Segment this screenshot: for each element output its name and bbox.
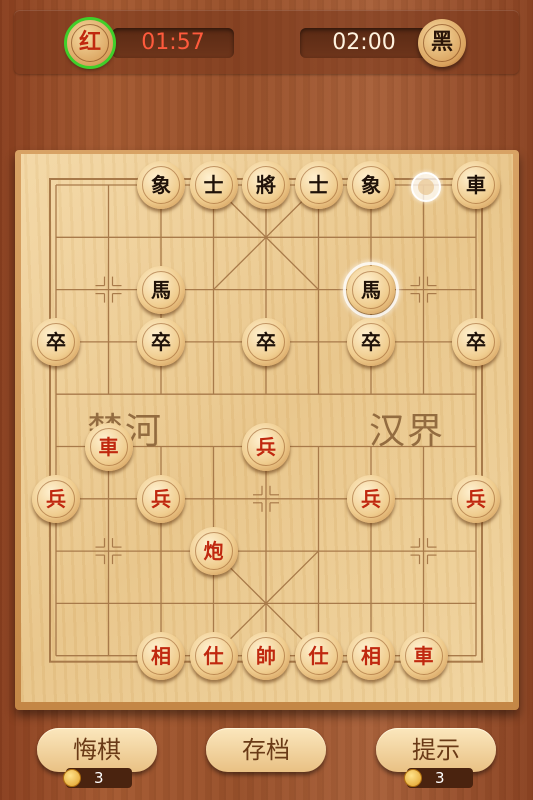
red-piece[interactable]: 車 [84,422,133,471]
black-side-label: 黑 [423,24,461,62]
black-piece[interactable]: 車 [452,161,500,209]
black-piece[interactable]: 象 [137,161,185,209]
undo-button[interactable]: 悔棋 [37,728,157,772]
red-timer: 01:57 [112,28,234,58]
black-piece[interactable]: 卒 [32,317,80,366]
piece-label: 相 [142,636,180,675]
undo-count: 3 [94,769,104,787]
black-piece[interactable]: 卒 [137,317,185,366]
coin-icon [404,769,422,787]
red-piece[interactable]: 兵 [242,422,290,471]
piece-label: 炮 [194,532,233,571]
piece-label: 卒 [247,322,285,361]
piece-label: 將 [247,166,285,204]
hint-count-badge: 3 [404,768,473,788]
red-piece[interactable]: 相 [137,631,185,680]
red-piece[interactable]: 兵 [32,474,80,523]
piece-label: 卒 [142,322,180,361]
piece-label: 象 [352,166,390,204]
coin-icon [63,769,81,787]
piece-label: 士 [299,166,338,204]
black-piece[interactable]: 士 [294,161,343,209]
red-piece[interactable]: 兵 [452,474,500,523]
selected-ring [343,261,399,318]
piece-label: 仕 [299,636,338,675]
piece-label: 卒 [352,322,390,361]
black-piece[interactable]: 士 [189,161,238,209]
red-piece[interactable]: 車 [399,631,448,680]
red-piece[interactable]: 帥 [242,631,290,680]
black-piece[interactable]: 卒 [452,317,500,366]
piece-label: 相 [352,636,390,675]
piece-label: 象 [142,166,180,204]
piece-label: 兵 [247,427,285,466]
piece-label: 士 [194,166,233,204]
black-piece[interactable]: 卒 [347,317,395,366]
board-frame: 楚河 汉界 車象士將士象馬馬卒卒卒卒卒車兵兵兵兵兵炮相仕帥仕相車 [15,150,519,710]
red-piece[interactable]: 兵 [137,474,185,523]
piece-label: 馬 [142,270,180,309]
river-right-text: 汉界 [369,411,446,452]
piece-label: 仕 [194,636,233,675]
piece-label: 帥 [247,636,285,675]
black-piece[interactable]: 將 [242,161,290,209]
red-side-label: 红 [71,24,109,62]
red-piece[interactable]: 仕 [189,631,238,680]
piece-label: 卒 [457,322,495,361]
save-button[interactable]: 存档 [206,728,326,772]
piece-label: 兵 [142,479,180,518]
piece-label: 車 [89,427,128,466]
red-piece[interactable]: 兵 [347,474,395,523]
piece-label: 兵 [37,479,75,518]
move-target-dot[interactable] [410,172,441,202]
piece-label: 車 [404,636,443,675]
red-piece[interactable]: 相 [347,631,395,680]
black-piece[interactable]: 馬 [137,265,185,314]
black-side-indicator: 黑 [418,19,466,67]
chess-board[interactable]: 楚河 汉界 車象士將士象馬馬卒卒卒卒卒車兵兵兵兵兵炮相仕帥仕相車 [21,154,513,702]
piece-label: 兵 [352,479,390,518]
hint-button[interactable]: 提示 [376,728,496,772]
piece-label: 兵 [457,479,495,518]
black-piece[interactable]: 象 [347,161,395,209]
piece-label: 卒 [37,322,75,361]
piece-label: 車 [457,166,495,204]
undo-count-badge: 3 [63,768,132,788]
red-side-indicator: 红 [64,17,116,69]
black-piece[interactable]: 卒 [242,317,290,366]
red-piece[interactable]: 仕 [294,631,343,680]
hint-count: 3 [435,769,445,787]
red-piece[interactable]: 炮 [189,527,238,576]
black-timer: 02:00 [300,28,428,58]
